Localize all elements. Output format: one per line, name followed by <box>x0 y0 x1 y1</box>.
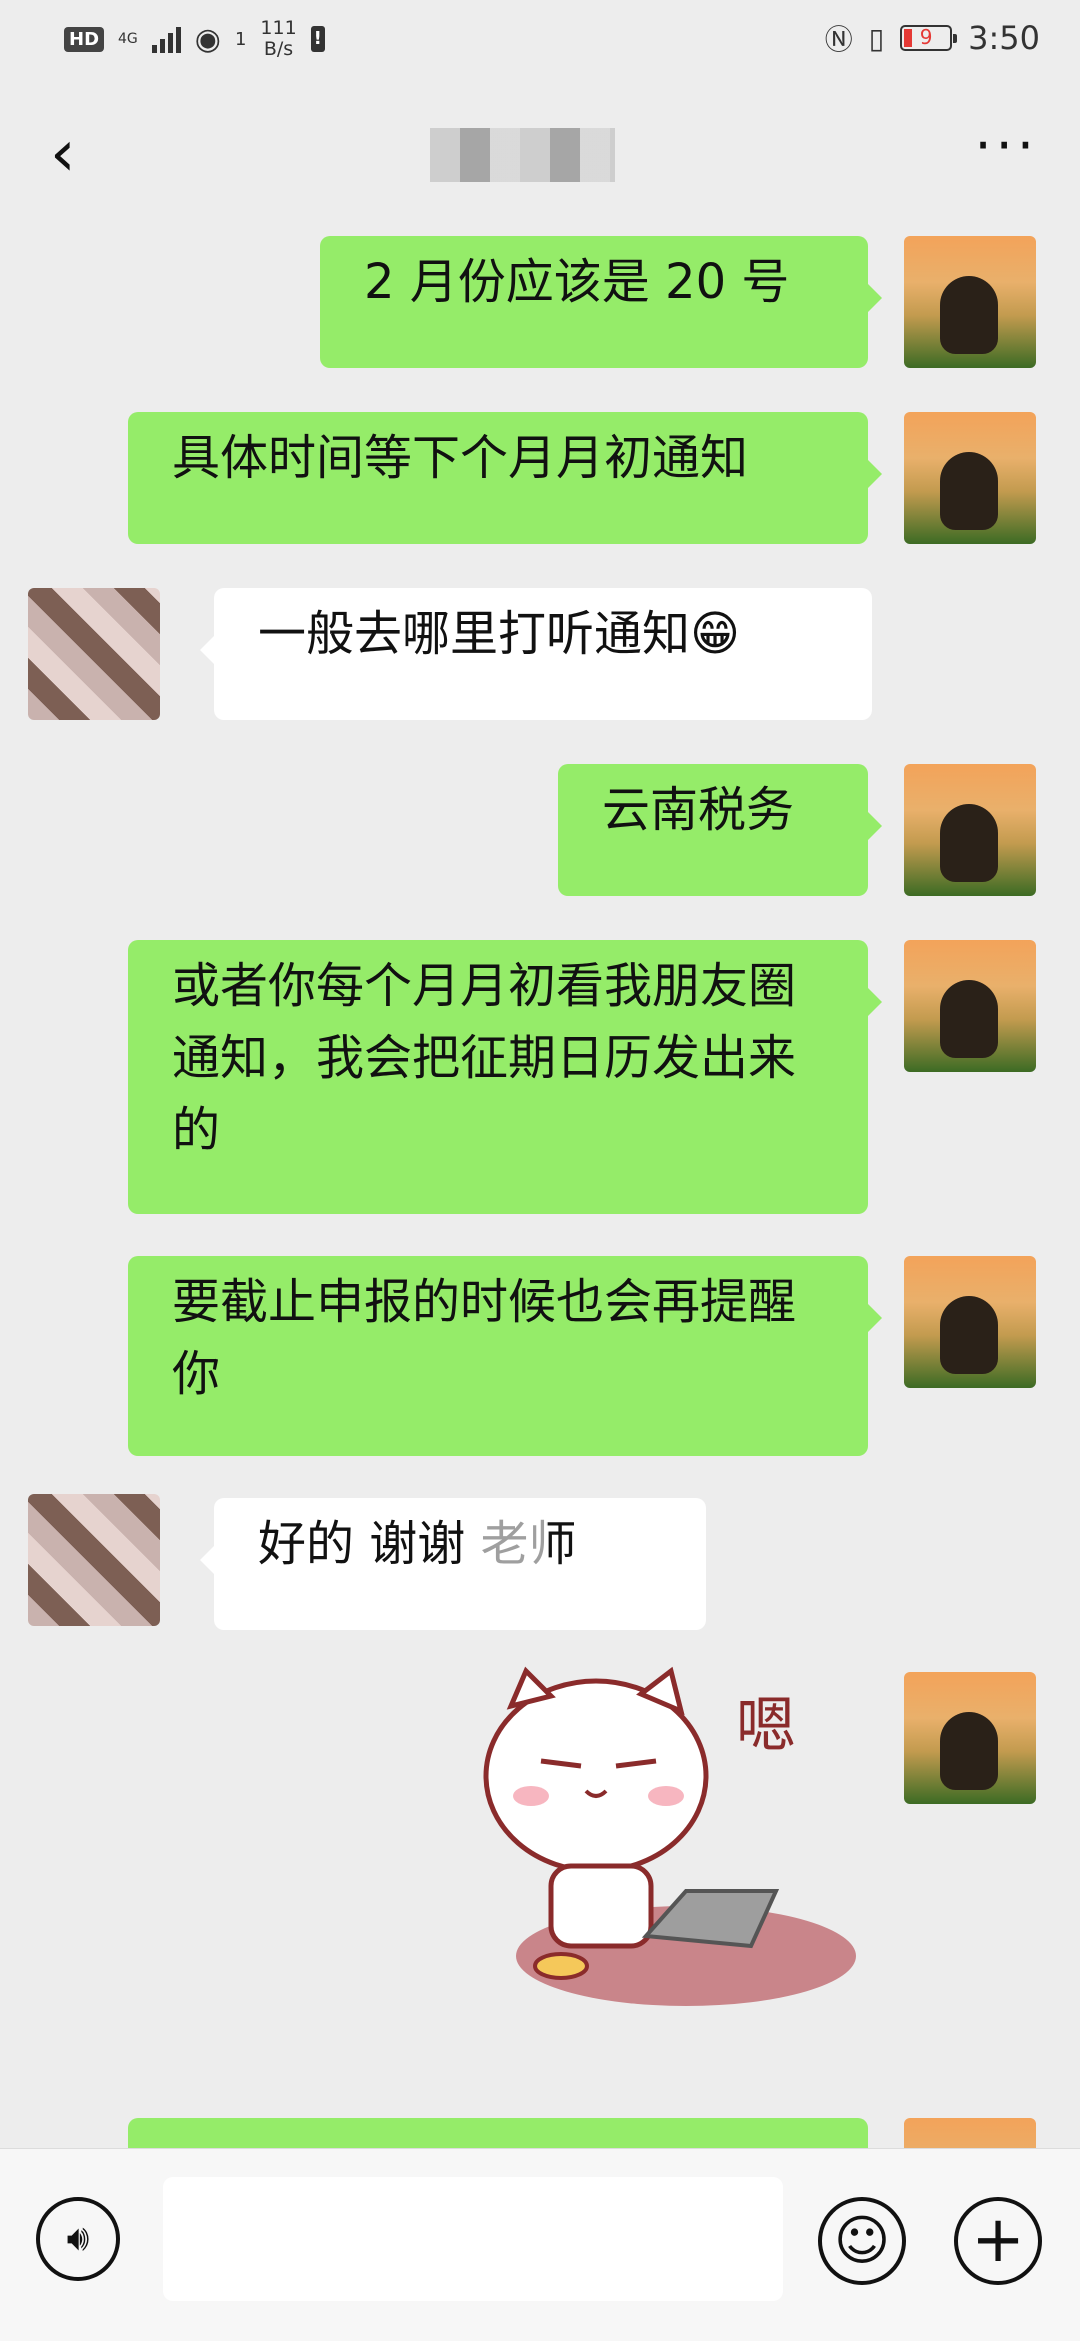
message-bubble-sent[interactable]: 要截止申报的时候也会再提醒你 <box>128 1256 882 1456</box>
message-bubble-received[interactable]: 一般去哪里打听通知😁 <box>200 588 872 720</box>
hd-indicator: HD <box>64 26 105 52</box>
message-text: 一般去哪里打听通知😁 <box>258 606 741 662</box>
message-bubble-sent[interactable] <box>128 2118 868 2148</box>
network-speed: 111 B/s <box>260 18 296 60</box>
message-input[interactable] <box>163 2177 783 2301</box>
message-bubble-sent[interactable]: 或者你每个月月初看我朋友圈通知，我会把征期日历发出来的 <box>128 940 882 1214</box>
avatar-self[interactable] <box>904 1672 1036 1804</box>
message-text: 或者你每个月月初看我朋友圈通知，我会把征期日历发出来的 <box>172 958 797 1158</box>
avatar-self[interactable] <box>904 940 1036 1072</box>
message-bubble-sent[interactable]: 云南税务 <box>558 764 882 896</box>
redaction-blur <box>478 1498 548 1598</box>
contact-name-redacted <box>430 128 615 182</box>
plus-icon[interactable]: + <box>954 2197 1042 2285</box>
avatar-self[interactable] <box>904 2118 1036 2148</box>
chat-header: ‹ ··· <box>0 76 1080 236</box>
status-bar: HD 4G ◉ 1 111 B/s ! Ⓝ ▯ 9 3:50 <box>0 0 1080 76</box>
avatar-self[interactable] <box>904 764 1036 896</box>
emoji-icon[interactable]: ☺ <box>818 2197 906 2285</box>
avatar-self[interactable] <box>904 412 1036 544</box>
battery-level: 9 <box>919 25 933 49</box>
message-text: 云南税务 <box>602 782 795 838</box>
battery-icon: 9 <box>900 25 958 51</box>
avatar-self[interactable] <box>904 236 1036 368</box>
speed-unit: B/s <box>263 38 294 60</box>
avatar-contact-redacted[interactable] <box>28 1494 160 1626</box>
message-text: 具体时间等下个月月初通知 <box>172 430 749 486</box>
input-bar: 🔊︎ ☺ + <box>0 2148 1080 2341</box>
cat-sticker[interactable]: 嗯 <box>456 1666 856 2026</box>
message-bubble-sent[interactable]: 2 月份应该是 20 号 <box>320 236 882 368</box>
message-bubble-sent[interactable]: 具体时间等下个月月初通知 <box>128 412 882 544</box>
vibrate-icon: ▯ <box>868 21 885 55</box>
speed-value: 111 <box>260 17 297 39</box>
chevron-left-icon[interactable]: ‹ <box>50 122 76 186</box>
voice-icon[interactable]: 🔊︎ <box>36 2197 120 2281</box>
clock: 3:50 <box>968 19 1040 57</box>
message-text: 2 月份应该是 20 号 <box>364 254 790 310</box>
more-dots-icon[interactable]: ··· <box>975 114 1039 177</box>
notification-alert-icon: ! <box>310 26 325 52</box>
network-type: 4G <box>118 31 138 47</box>
wifi-index: 1 <box>234 28 247 50</box>
chat-history[interactable]: 2 月份应该是 20 号 具体时间等下个月月初通知 一般去哪里打听通知😁 云南税… <box>0 236 1080 2148</box>
nfc-icon: Ⓝ <box>824 23 853 56</box>
message-text: 要截止申报的时候也会再提醒你 <box>172 1274 797 1402</box>
avatar-self[interactable] <box>904 1256 1036 1388</box>
signal-icon <box>151 25 181 53</box>
wifi-icon: ◉ <box>194 21 221 57</box>
sticker-text: 嗯 <box>736 1691 796 1761</box>
message-bubble-received[interactable]: 好的 谢谢 老师 <box>200 1498 706 1630</box>
avatar-contact-redacted[interactable] <box>28 588 160 720</box>
